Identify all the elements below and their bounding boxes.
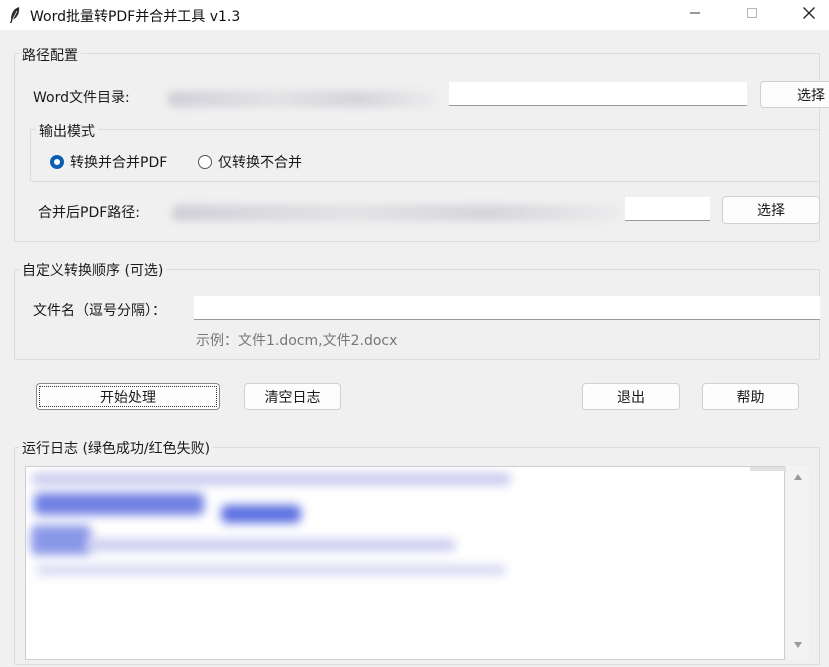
log-scrollbar[interactable] (787, 466, 809, 660)
select-merged-pdf-button[interactable]: 选择 (722, 196, 820, 224)
log-label: 运行日志 (绿色成功/红色失败) (19, 438, 214, 458)
window-title: Word批量转PDF并合并工具 v1.3 (30, 9, 241, 25)
clear-log-button[interactable]: 清空日志 (244, 383, 341, 410)
radio-merge-pdf[interactable]: 转换并合并PDF (50, 152, 167, 172)
maximize-button[interactable] (729, 0, 775, 30)
log-line-redacted (34, 493, 204, 515)
merged-pdf-path-redacted (172, 205, 622, 221)
feather-icon (8, 6, 22, 24)
scroll-down-icon[interactable] (792, 640, 804, 650)
log-line-redacted (31, 473, 511, 485)
word-dir-path-redacted (168, 91, 438, 107)
scroll-up-icon[interactable] (792, 472, 804, 482)
exit-button[interactable]: 退出 (582, 383, 680, 410)
custom-order-label: 自定义转换顺序 (可选) (19, 260, 167, 280)
merged-pdf-label: 合并后PDF路径: (38, 205, 140, 221)
title-bar[interactable]: Word批量转PDF并合并工具 v1.3 (0, 0, 829, 30)
close-icon (802, 6, 816, 24)
log-line-redacted (36, 565, 506, 575)
minimize-icon (689, 7, 701, 23)
example-hint: 示例：文件1.docm,文件2.docx (196, 333, 398, 349)
word-dir-label: Word文件目录: (33, 90, 130, 106)
log-corner-shade (750, 467, 786, 471)
radio-selected-icon (50, 155, 64, 169)
log-line-redacted (86, 539, 456, 551)
minimize-button[interactable] (672, 0, 718, 30)
filename-order-label: 文件名（逗号分隔）： (33, 303, 166, 319)
word-dir-input[interactable] (449, 82, 747, 106)
maximize-icon (746, 7, 758, 23)
merged-pdf-input[interactable] (625, 197, 710, 221)
log-line-redacted (221, 505, 301, 523)
filename-order-input[interactable] (194, 296, 820, 320)
help-button[interactable]: 帮助 (702, 383, 799, 410)
radio-unselected-icon (198, 155, 212, 169)
radio-merge-pdf-label: 转换并合并PDF (70, 155, 168, 171)
output-mode-label: 输出模式 (36, 121, 98, 141)
radio-convert-only-label: 仅转换不合并 (218, 155, 302, 171)
log-text-area[interactable] (25, 466, 785, 660)
close-button[interactable] (786, 0, 829, 30)
app-window: Word批量转PDF并合并工具 v1.3 路径配置 Word文件目录: 选择 输… (0, 0, 829, 667)
start-button[interactable]: 开始处理 (36, 383, 220, 410)
radio-convert-only[interactable]: 仅转换不合并 (198, 152, 302, 172)
path-config-label: 路径配置 (19, 45, 81, 65)
select-word-dir-button[interactable]: 选择 (760, 81, 829, 108)
log-line-redacted (31, 525, 91, 555)
